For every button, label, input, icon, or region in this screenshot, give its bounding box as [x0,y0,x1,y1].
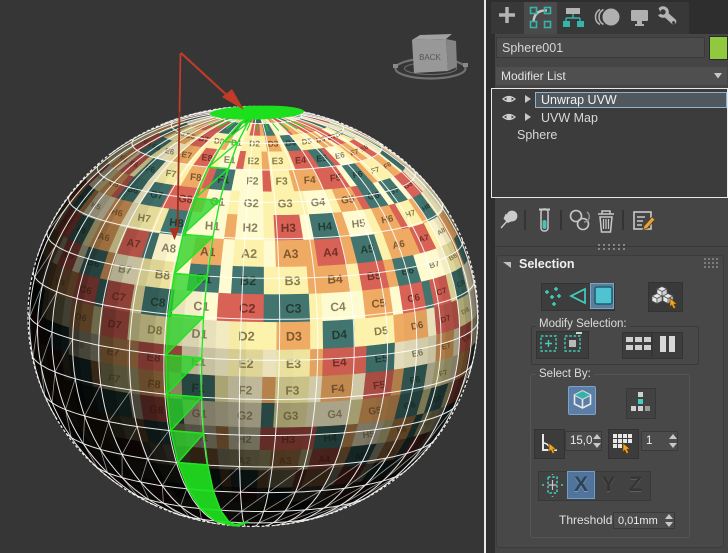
svg-text:H4: H4 [323,433,337,445]
svg-text:C1: C1 [193,299,210,314]
svg-text:H1: H1 [204,219,220,233]
svg-text:A7: A7 [126,237,141,251]
svg-text:H7: H7 [137,213,152,226]
svg-text:G4: G4 [310,196,325,209]
svg-text:G4: G4 [327,408,343,421]
svg-text:F8: F8 [147,378,161,391]
svg-text:C8: C8 [150,295,167,311]
svg-text:H4: H4 [317,221,333,234]
svg-text:C7: C7 [111,290,127,304]
svg-text:A4: A4 [323,246,339,260]
svg-text:F3: F3 [285,383,300,397]
svg-text:B3: B3 [284,274,300,288]
svg-text:H3: H3 [281,221,297,235]
svg-text:D3: D3 [286,329,302,343]
svg-text:D1: D1 [191,327,208,342]
svg-text:G1: G1 [191,408,208,421]
svg-text:G8: G8 [148,404,164,417]
svg-text:F4: F4 [331,383,346,396]
svg-text:E4: E4 [332,355,348,370]
svg-text:G3: G3 [283,411,299,423]
svg-text:E2: E2 [247,156,259,167]
svg-text:B4: B4 [327,272,344,287]
svg-text:G2: G2 [244,198,259,210]
svg-text:E3: E3 [272,156,284,167]
svg-text:F7: F7 [107,373,121,386]
svg-text:A8: A8 [161,241,178,256]
svg-text:H6: H6 [380,212,394,225]
svg-text:F3: F3 [275,176,288,187]
svg-text:G7: G7 [149,189,164,202]
svg-text:F7: F7 [165,168,177,180]
svg-text:A3: A3 [279,456,292,467]
svg-text:D8: D8 [147,322,164,338]
svg-text:BACK: BACK [419,53,441,62]
svg-text:F1: F1 [191,381,206,396]
svg-text:G3: G3 [278,198,293,210]
svg-text:F4: F4 [304,175,317,187]
svg-text:C3: C3 [285,302,301,316]
svg-text:A3: A3 [283,247,299,261]
svg-text:B7: B7 [117,263,133,277]
svg-text:E3: E3 [286,357,302,371]
svg-text:B8: B8 [154,267,171,283]
svg-text:A6: A6 [386,446,397,457]
svg-text:A4: A4 [318,454,332,466]
svg-text:D7: D7 [107,318,123,332]
svg-text:C4: C4 [330,299,347,314]
svg-text:F2: F2 [238,383,253,397]
svg-text:D4: D4 [331,327,348,342]
